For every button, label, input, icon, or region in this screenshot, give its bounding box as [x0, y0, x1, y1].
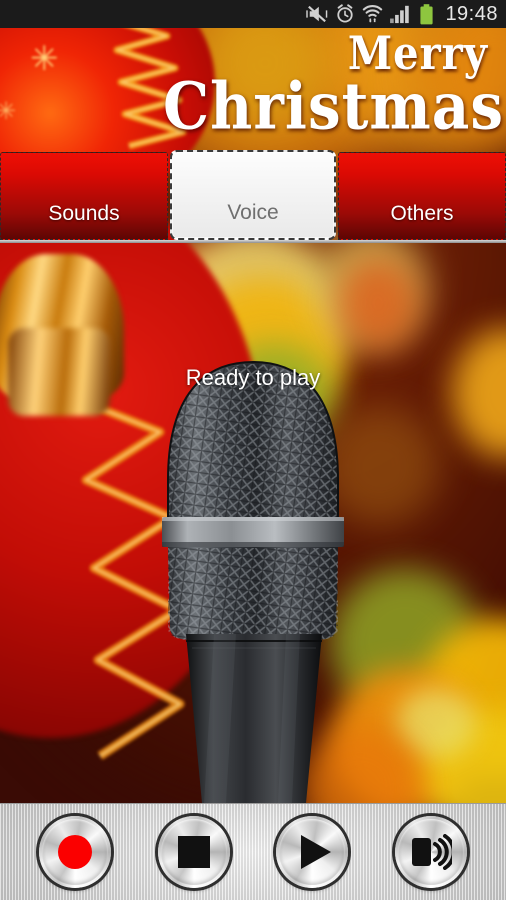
- tab-divider: [0, 240, 506, 243]
- tab-others-label: Others: [390, 202, 454, 225]
- record-icon: [58, 835, 93, 869]
- status-bar-clock: 19:48: [445, 2, 498, 25]
- playback-status-text: Ready to play: [185, 365, 321, 390]
- mute-vibrate-icon: [306, 5, 328, 23]
- battery-icon: [420, 3, 434, 24]
- stop-button[interactable]: [157, 816, 230, 888]
- speaker-waves-icon: [411, 834, 452, 870]
- play-icon: [300, 835, 331, 869]
- tab-others[interactable]: Others: [338, 152, 506, 240]
- wifi-icon: [363, 5, 383, 23]
- record-button[interactable]: [39, 816, 112, 888]
- tab-sounds[interactable]: Sounds: [0, 152, 168, 240]
- system-status-bar: 19:48: [0, 0, 506, 28]
- play-button[interactable]: [276, 816, 349, 888]
- tab-sounds-label: Sounds: [48, 202, 120, 225]
- set-ringtone-button[interactable]: [394, 816, 467, 888]
- tab-voice[interactable]: Voice: [170, 150, 336, 240]
- alarm-clock-icon: [337, 4, 354, 23]
- signal-bars-icon: [390, 5, 410, 24]
- microphone-image: [162, 360, 344, 803]
- stop-icon: [177, 836, 210, 868]
- tab-bar: Sounds Voice Others: [0, 150, 506, 242]
- playback-control-bar: [0, 803, 506, 900]
- tab-voice-label: Voice: [227, 201, 279, 224]
- app-root: ✳ ✳ Merry Christmas Ready to play Sounds…: [0, 0, 506, 900]
